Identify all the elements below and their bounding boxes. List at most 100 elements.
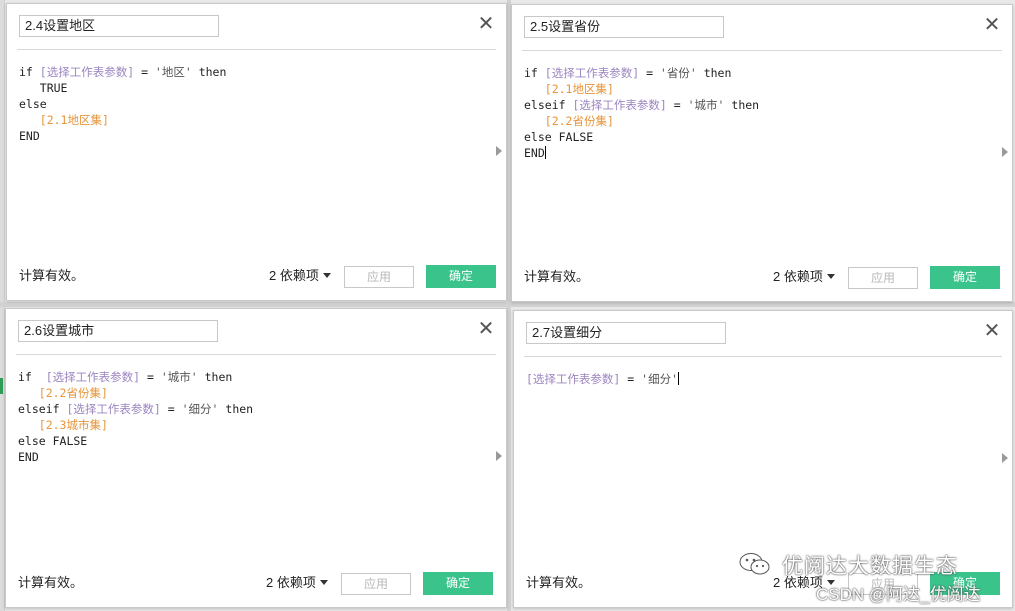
string-token: '城市' <box>687 98 725 112</box>
keyword-token: if <box>18 370 46 384</box>
dependencies-dropdown[interactable]: 2 依赖项 <box>773 572 835 591</box>
dropdown-caret-icon <box>319 580 328 585</box>
keyword-token: elseif <box>18 402 67 416</box>
field-token: [2.3城市集] <box>38 418 108 432</box>
formula-line: if [选择工作表参数] = '城市' then <box>18 369 490 385</box>
keyword-token: else FALSE <box>524 130 594 144</box>
formula-line: END <box>19 128 490 144</box>
keyword-token: TRUE <box>19 81 68 95</box>
expand-arrow-icon[interactable] <box>1002 453 1008 463</box>
parameter-token: [选择工作表参数] <box>526 372 621 386</box>
keyword-token <box>18 386 39 400</box>
calc-dialog-2-7: 2.7设置细分 ✕ [选择工作表参数] = '细分' 计算有效。 2 依赖项 应… <box>513 310 1013 608</box>
apply-button[interactable]: 应用 <box>341 573 411 595</box>
keyword-token <box>19 113 40 127</box>
field-token: [2.2省份集] <box>38 386 108 400</box>
string-token: '地区' <box>154 65 192 79</box>
string-token: '城市' <box>160 370 198 384</box>
close-icon[interactable]: ✕ <box>476 319 496 340</box>
expand-arrow-icon[interactable] <box>496 451 502 461</box>
text-cursor <box>544 146 546 159</box>
keyword-token: then <box>191 65 227 79</box>
formula-line: END <box>18 449 490 465</box>
horizontal-gap <box>0 302 1015 307</box>
divider <box>16 354 496 355</box>
formula-line: TRUE <box>19 80 490 96</box>
calc-name-input[interactable]: 2.6设置城市 <box>18 320 218 342</box>
parameter-token: [选择工作表参数] <box>39 65 135 79</box>
formula-line: elseif [选择工作表参数] = '城市' then <box>524 97 996 113</box>
dependencies-label: 2 依赖项 <box>773 575 823 590</box>
status-text: 计算有效。 <box>524 269 590 284</box>
formula-editor[interactable]: if [选择工作表参数] = '省份' then [2.1地区集] elseif … <box>524 65 996 161</box>
dependencies-label: 2 依赖项 <box>773 269 823 284</box>
keyword-token: = <box>134 65 155 79</box>
formula-line: [2.3城市集] <box>18 417 490 433</box>
keyword-token: else FALSE <box>18 434 88 448</box>
keyword-token: else <box>19 97 47 111</box>
dependencies-dropdown[interactable]: 2 依赖项 <box>773 266 835 285</box>
keyword-token <box>524 82 545 96</box>
string-token: '细分' <box>641 372 678 386</box>
expand-arrow-icon[interactable] <box>1002 147 1008 157</box>
parameter-token: [选择工作表参数] <box>572 98 667 112</box>
keyword-token: then <box>724 98 760 112</box>
dropdown-caret-icon <box>826 274 835 279</box>
formula-line: [2.2省份集] <box>524 113 996 129</box>
ok-button[interactable]: 确定 <box>930 572 1000 595</box>
keyword-token: END <box>524 146 545 160</box>
keyword-token: elseif <box>524 98 573 112</box>
keyword-token: if <box>19 65 40 79</box>
apply-button[interactable]: 应用 <box>344 266 414 288</box>
keyword-token: if <box>524 66 545 80</box>
dependencies-dropdown[interactable]: 2 依赖项 <box>269 265 331 284</box>
dependencies-dropdown[interactable]: 2 依赖项 <box>266 572 328 591</box>
text-cursor <box>678 372 679 385</box>
apply-button[interactable]: 应用 <box>848 573 918 595</box>
ok-button[interactable]: 确定 <box>930 266 1000 289</box>
formula-line: else <box>19 96 490 112</box>
keyword-token <box>18 418 39 432</box>
close-icon[interactable]: ✕ <box>982 15 1002 36</box>
parameter-token: [选择工作表参数] <box>544 66 640 80</box>
formula-line: else FALSE <box>524 129 996 145</box>
field-token: [2.2省份集] <box>544 114 614 128</box>
divider <box>524 356 1002 357</box>
formula-line: if [选择工作表参数] = '省份' then <box>524 65 996 81</box>
formula-editor[interactable]: if [选择工作表参数] = '城市' then [2.2省份集] elseif … <box>18 369 490 465</box>
calc-name-input[interactable]: 2.4设置地区 <box>19 15 219 37</box>
ok-button[interactable]: 确定 <box>423 572 493 595</box>
apply-button[interactable]: 应用 <box>848 267 918 289</box>
expand-arrow-icon[interactable] <box>496 146 502 156</box>
calc-name-input[interactable]: 2.7设置细分 <box>526 322 726 344</box>
formula-editor[interactable]: if [选择工作表参数] = '地区' then TRUE else [2.1地区… <box>19 64 490 144</box>
ok-button[interactable]: 确定 <box>426 265 496 288</box>
formula-line: [2.1地区集] <box>19 112 490 128</box>
keyword-token <box>524 114 545 128</box>
divider <box>17 49 496 50</box>
formula-line: else FALSE <box>18 433 490 449</box>
keyword-token: then <box>696 66 732 80</box>
formula-line: [2.2省份集] <box>18 385 490 401</box>
formula-line: [2.1地区集] <box>524 81 996 97</box>
calc-dialog-2-6: 2.6设置城市 ✕ if [选择工作表参数] = '城市' then [2.2省… <box>5 308 507 608</box>
calc-dialog-2-5: 2.5设置省份 ✕ if [选择工作表参数] = '省份' then [2.1地… <box>511 4 1013 302</box>
status-text: 计算有效。 <box>526 575 592 590</box>
string-token: '省份' <box>659 66 697 80</box>
parameter-token: [选择工作表参数] <box>45 370 141 384</box>
keyword-token: then <box>197 370 233 384</box>
parameter-token: [选择工作表参数] <box>66 402 161 416</box>
dependencies-label: 2 依赖项 <box>269 268 319 283</box>
divider <box>522 50 1002 51</box>
keyword-token: = <box>639 66 660 80</box>
formula-editor[interactable]: [选择工作表参数] = '细分' <box>526 371 996 387</box>
keyword-token: END <box>19 129 40 143</box>
formula-line: [选择工作表参数] = '细分' <box>526 371 996 387</box>
close-icon[interactable]: ✕ <box>982 321 1002 342</box>
calc-name-input[interactable]: 2.5设置省份 <box>524 16 724 38</box>
keyword-token: then <box>218 402 254 416</box>
close-icon[interactable]: ✕ <box>476 14 496 35</box>
formula-line: elseif [选择工作表参数] = '细分' then <box>18 401 490 417</box>
status-text: 计算有效。 <box>19 268 85 283</box>
field-token: [2.1地区集] <box>39 113 109 127</box>
